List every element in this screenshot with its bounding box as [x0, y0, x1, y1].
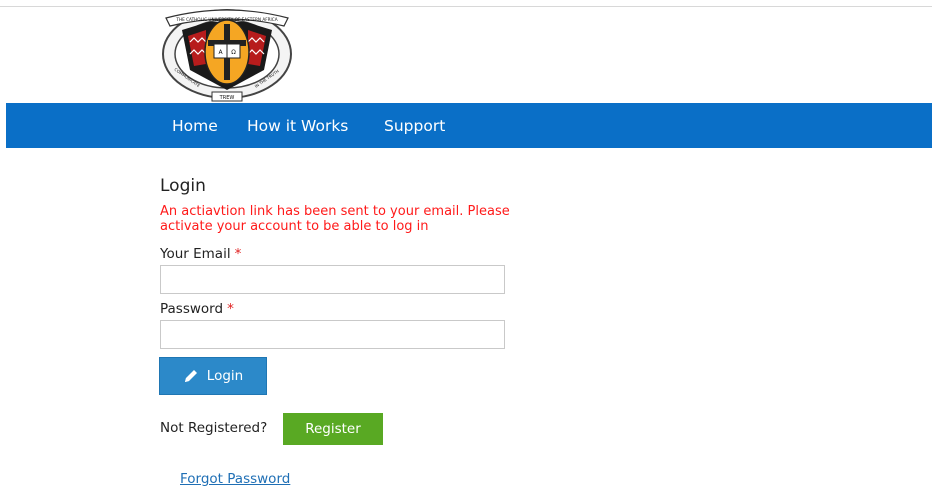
- email-input[interactable]: [160, 265, 505, 294]
- nav-support-link[interactable]: Support: [384, 117, 445, 135]
- university-logo[interactable]: THE CATHOLIC UNIVERSITY OF EASTERN AFRIC…: [160, 8, 294, 104]
- login-heading: Login: [160, 176, 206, 196]
- top-divider: [0, 6, 932, 7]
- logo-ribbon-text: TREW: [219, 95, 235, 101]
- email-label: Your Email *: [160, 246, 241, 262]
- register-button-label: Register: [305, 421, 361, 437]
- login-button[interactable]: Login: [159, 357, 267, 395]
- password-label-text: Password: [160, 301, 224, 317]
- forgot-password-link[interactable]: Forgot Password: [180, 471, 290, 487]
- nav-how-it-works-link[interactable]: How it Works: [247, 117, 348, 135]
- password-input[interactable]: [160, 320, 505, 349]
- register-button[interactable]: Register: [283, 413, 383, 445]
- nav-home-link[interactable]: Home: [172, 117, 218, 135]
- email-label-text: Your Email: [160, 246, 231, 262]
- not-registered-text: Not Registered?: [160, 420, 268, 436]
- activation-alert-message: An actiavtion link has been sent to your…: [160, 204, 510, 234]
- pencil-icon: [184, 370, 197, 382]
- main-navbar: Home How it Works Support: [6, 103, 932, 148]
- book-letter-omega: Ω: [231, 49, 236, 56]
- required-asterisk: *: [234, 246, 242, 262]
- password-label: Password *: [160, 301, 234, 317]
- crest-icon: THE CATHOLIC UNIVERSITY OF EASTERN AFRIC…: [160, 8, 294, 104]
- required-asterisk: *: [227, 301, 234, 317]
- login-button-label: Login: [206, 368, 244, 384]
